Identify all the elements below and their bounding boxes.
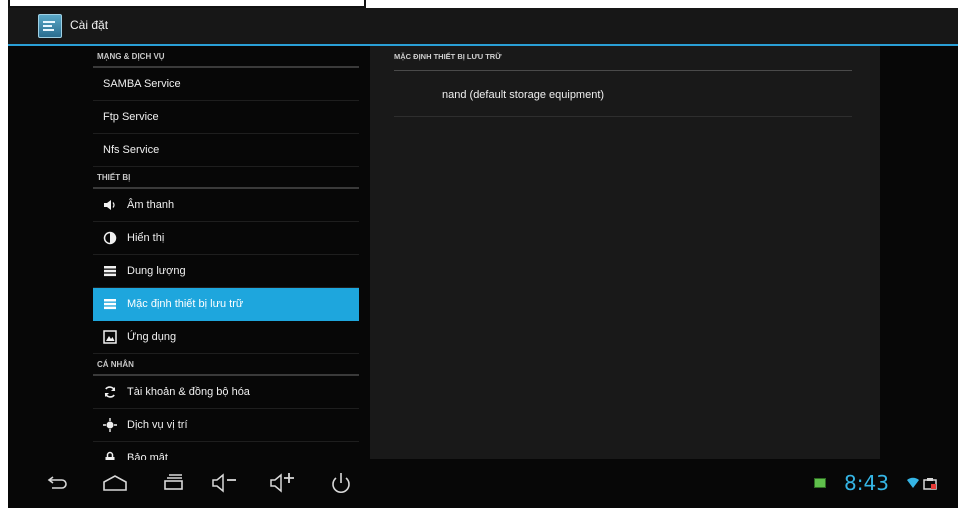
volume-down-icon xyxy=(212,473,236,493)
app-title: Cài đặt xyxy=(70,18,109,32)
volume-up-button[interactable] xyxy=(268,470,298,496)
detail-header: MẶC ĐỊNH THIẾT BỊ LƯU TRỮ xyxy=(394,52,852,71)
menu-item-label: Nfs Service xyxy=(103,144,160,156)
device-screen: Cài đặt MẠNG & DỊCH VỤ SAMBA Service Ftp… xyxy=(8,8,958,508)
back-button[interactable] xyxy=(42,470,72,496)
category-header-device: THIẾT BỊ xyxy=(93,167,359,189)
settings-headers-list[interactable]: MẠNG & DỊCH VỤ SAMBA Service Ftp Service… xyxy=(93,46,359,462)
status-clock[interactable]: 8:43 xyxy=(844,471,889,495)
menu-item-location[interactable]: Dịch vụ vị trí xyxy=(93,409,359,442)
wifi-icon xyxy=(906,476,920,495)
menu-item-accounts-sync[interactable]: Tài khoản & đồng bộ hóa xyxy=(93,376,359,409)
power-button[interactable] xyxy=(326,470,356,496)
menu-item-label: Mặc định thiết bị lưu trữ xyxy=(127,298,244,310)
menu-item-samba[interactable]: SAMBA Service xyxy=(93,68,359,101)
ethernet-icon xyxy=(922,475,938,496)
menu-item-label: Âm thanh xyxy=(127,199,175,211)
speaker-icon xyxy=(103,198,117,212)
recent-apps-button[interactable] xyxy=(158,470,188,496)
home-icon xyxy=(103,475,127,491)
menu-item-apps[interactable]: Ứng dụng xyxy=(93,321,359,354)
top-strip-box xyxy=(8,0,366,8)
menu-item-label: Dung lượng xyxy=(127,265,186,277)
volume-down-button[interactable] xyxy=(210,470,240,496)
home-button[interactable] xyxy=(100,470,130,496)
menu-item-display[interactable]: Hiển thị xyxy=(93,222,359,255)
menu-item-label: Dịch vụ vị trí xyxy=(127,419,188,431)
menu-item-sound[interactable]: Âm thanh xyxy=(93,189,359,222)
notification-icon[interactable] xyxy=(814,478,826,488)
menu-item-security[interactable]: Bảo mật xyxy=(93,442,359,462)
apps-icon xyxy=(103,330,117,344)
volume-up-icon xyxy=(270,473,294,493)
brightness-icon xyxy=(103,231,117,245)
menu-item-default-storage[interactable]: Mặc định thiết bị lưu trữ xyxy=(93,288,359,321)
top-strip xyxy=(0,0,962,8)
storage-icon xyxy=(103,264,117,278)
menu-item-label: SAMBA Service xyxy=(103,78,181,90)
back-icon xyxy=(47,476,67,489)
category-header-network: MẠNG & DỊCH VỤ xyxy=(93,46,359,68)
menu-item-storage[interactable]: Dung lượng xyxy=(93,255,359,288)
menu-item-label: Ứng dụng xyxy=(127,331,177,343)
storage-option-nand[interactable]: nand (default storage equipment) xyxy=(394,73,852,117)
menu-item-nfs[interactable]: Nfs Service xyxy=(93,134,359,167)
sync-icon xyxy=(103,385,117,399)
settings-app-icon[interactable] xyxy=(38,14,62,38)
menu-item-label: Tài khoản & đồng bộ hóa xyxy=(127,386,250,398)
power-icon xyxy=(332,473,350,493)
storage-option-label: nand (default storage equipment) xyxy=(442,89,605,101)
recent-apps-icon xyxy=(164,474,183,490)
action-bar: Cài đặt xyxy=(8,8,958,46)
menu-item-label: Hiển thị xyxy=(127,232,165,244)
detail-pane: MẶC ĐỊNH THIẾT BỊ LƯU TRỮ nand (default … xyxy=(370,46,880,459)
location-icon xyxy=(103,418,117,432)
category-header-personal: CÁ NHÂN xyxy=(93,354,359,376)
system-nav-bar: 8:43 xyxy=(8,460,958,508)
menu-item-label: Ftp Service xyxy=(103,111,159,123)
menu-item-ftp[interactable]: Ftp Service xyxy=(93,101,359,134)
storage-icon xyxy=(103,297,117,311)
